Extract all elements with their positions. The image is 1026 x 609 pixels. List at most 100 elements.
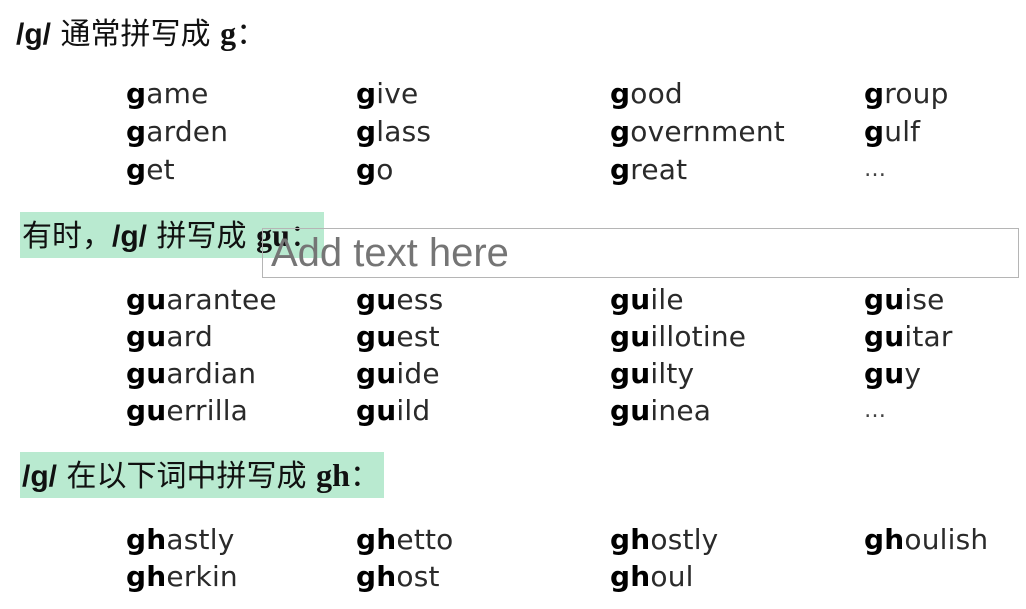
word-spelling-part: g (610, 153, 631, 186)
word-rest: … (864, 157, 887, 182)
word-item: ghost (356, 559, 440, 595)
word-item: government (610, 114, 785, 150)
word-rest: ile (650, 283, 684, 316)
word-rest: ood (630, 77, 683, 110)
word-item: … (864, 393, 886, 429)
word-rest: ame (146, 77, 209, 110)
word-rest: reat (630, 153, 688, 186)
word-spelling-part: gh (126, 560, 167, 593)
word-item: glass (356, 114, 431, 150)
word-rest: ulf (884, 115, 921, 148)
word-item: guard (126, 319, 213, 355)
word-item: ghoul (610, 559, 694, 595)
add-text-box[interactable] (262, 228, 1019, 278)
word-spelling-part: gu (610, 320, 651, 353)
word-rest: oulish (904, 523, 989, 556)
word-item: guilty (610, 356, 694, 392)
word-rest: etto (396, 523, 454, 556)
heading-phoneme: /g/ (22, 460, 57, 493)
heading-spelling: gh (316, 457, 350, 493)
word-rest: ilty (650, 357, 695, 390)
heading-spelling: g (220, 15, 237, 51)
word-rest: arantee (166, 283, 277, 316)
word-rest: inea (650, 394, 712, 427)
heading-colon: ： (236, 17, 267, 52)
word-spelling-part: gu (864, 320, 905, 353)
word-item: give (356, 76, 418, 112)
word-spelling-part: gh (610, 523, 651, 556)
word-spelling-part: gu (356, 283, 397, 316)
word-item: guerrilla (126, 393, 248, 429)
word-rest: roup (884, 77, 949, 110)
word-spelling-part: g (356, 115, 377, 148)
heading-phoneme: /g/ (16, 18, 51, 51)
word-spelling-part: g (126, 153, 147, 186)
word-item: gherkin (126, 559, 238, 595)
word-rest: oul (650, 560, 694, 593)
word-item: great (610, 152, 687, 188)
word-rest: illotine (650, 320, 747, 353)
word-rest: astly (166, 523, 235, 556)
word-rest: est (396, 320, 440, 353)
word-spelling-part: gu (126, 320, 167, 353)
word-rest: itar (904, 320, 953, 353)
word-item: guess (356, 282, 443, 318)
word-rest: y (904, 357, 922, 390)
word-spelling-part: g (864, 77, 885, 110)
heading-text: 通常拼写成 (51, 17, 221, 52)
word-item: guitar (864, 319, 953, 355)
word-item: ghostly (610, 522, 718, 558)
word-spelling-part: g (126, 77, 147, 110)
word-item: guest (356, 319, 440, 355)
word-spelling-part: g (126, 115, 147, 148)
word-rest: o (376, 153, 394, 186)
word-spelling-part: g (610, 77, 631, 110)
word-item: good (610, 76, 683, 112)
word-rest: errilla (166, 394, 249, 427)
word-item: group (864, 76, 949, 112)
word-item: ghastly (126, 522, 234, 558)
word-item: guardian (126, 356, 256, 392)
word-spelling-part: g (864, 115, 885, 148)
heading-prefix: 有时， (22, 219, 112, 254)
word-spelling-part: g (356, 153, 377, 186)
word-item: guy (864, 356, 921, 392)
word-item: guide (356, 356, 440, 392)
heading-colon: ： (349, 459, 380, 494)
word-rest: ise (904, 283, 945, 316)
word-item: go (356, 152, 394, 188)
heading-phoneme: /g/ (112, 220, 147, 253)
word-rest: arden (146, 115, 229, 148)
word-rest: ild (396, 394, 431, 427)
word-spelling-part: gu (610, 357, 651, 390)
word-spelling-part: gu (126, 357, 167, 390)
section-heading-gh: /g/ 在以下词中拼写成 gh： (20, 452, 384, 498)
word-spelling-part: gu (356, 357, 397, 390)
word-spelling-part: gu (864, 357, 905, 390)
word-item: gulf (864, 114, 920, 150)
word-item: guild (356, 393, 430, 429)
word-item: guillotine (610, 319, 746, 355)
word-spelling-part: gu (610, 283, 651, 316)
word-rest: ess (396, 283, 444, 316)
word-rest: ost (396, 560, 440, 593)
word-spelling-part: gh (864, 523, 905, 556)
word-item: … (864, 152, 886, 188)
word-rest: ard (166, 320, 213, 353)
word-rest: ive (376, 77, 419, 110)
word-spelling-part: gu (356, 394, 397, 427)
word-rest: ardian (166, 357, 257, 390)
word-rest: ostly (650, 523, 719, 556)
word-spelling-part: gu (356, 320, 397, 353)
word-spelling-part: gu (126, 394, 167, 427)
section-heading-g: /g/ 通常拼写成 g： (16, 10, 266, 56)
word-spelling-part: gu (126, 283, 167, 316)
word-item: ghetto (356, 522, 454, 558)
word-rest: et (146, 153, 175, 186)
word-item: get (126, 152, 175, 188)
word-item: game (126, 76, 209, 112)
word-spelling-part: gh (356, 560, 397, 593)
word-rest: … (864, 398, 887, 423)
word-rest: lass (376, 115, 432, 148)
word-item: guarantee (126, 282, 277, 318)
